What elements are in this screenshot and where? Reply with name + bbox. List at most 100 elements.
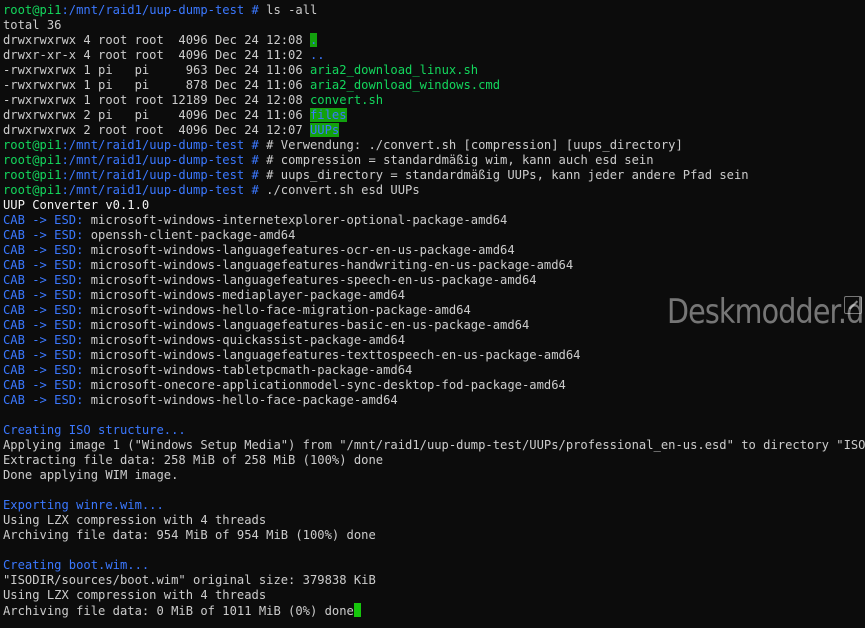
file-attributes: -rwxrwxrwx 1 pi pi 878 Dec 24 11:06	[3, 78, 310, 92]
terminal-line: CAB -> ESD: microsoft-windows-tabletpcma…	[3, 363, 865, 378]
package-name: openssh-client-package-amd64	[83, 228, 296, 242]
terminal-line: drwxrwxrwx 4 root root 4096 Dec 24 12:08…	[3, 33, 865, 48]
output-text: Exporting winre.wim...	[3, 498, 164, 512]
terminal-line: Using LZX compression with 4 threads	[3, 588, 865, 603]
package-name: microsoft-windows-languagefeatures-ocr-e…	[83, 243, 515, 257]
terminal-line: CAB -> ESD: microsoft-windows-languagefe…	[3, 273, 865, 288]
terminal-line: Creating boot.wim...	[3, 558, 865, 573]
cab-esd-label: CAB -> ESD:	[3, 378, 84, 392]
cab-esd-label: CAB -> ESD:	[3, 363, 84, 377]
output-text: Creating ISO structure...	[3, 423, 186, 437]
command-text: ls -all	[258, 3, 318, 17]
prompt-path: :/mnt/raid1/uup-dump-test #	[61, 183, 259, 197]
terminal-line: CAB -> ESD: microsoft-onecore-applicatio…	[3, 378, 865, 393]
prompt-path: :/mnt/raid1/uup-dump-test #	[61, 138, 259, 152]
terminal-line: total 36	[3, 18, 865, 33]
package-name: microsoft-windows-languagefeatures-textt…	[83, 348, 581, 362]
terminal-line: drwxrwxrwx 2 pi pi 4096 Dec 24 11:06 fil…	[3, 108, 865, 123]
file-name: files	[310, 108, 347, 122]
package-name: microsoft-windows-hello-face-migration-p…	[83, 303, 471, 317]
cab-esd-label: CAB -> ESD:	[3, 348, 84, 362]
terminal-line: Exporting winre.wim...	[3, 498, 865, 513]
terminal-line: -rwxrwxrwx 1 root root 12189 Dec 24 12:0…	[3, 93, 865, 108]
terminal-line: Using LZX compression with 4 threads	[3, 513, 865, 528]
prompt-user: root@pi1	[3, 183, 62, 197]
file-name: UUPs	[310, 123, 340, 137]
prompt-user: root@pi1	[3, 168, 62, 182]
terminal-line: CAB -> ESD: microsoft-windows-languagefe…	[3, 243, 865, 258]
watermark-logo: Deskmodder.de	[667, 292, 865, 332]
terminal-line: CAB -> ESD: openssh-client-package-amd64	[3, 228, 865, 243]
terminal-line: CAB -> ESD: microsoft-windows-languagefe…	[3, 348, 865, 363]
terminal-line: CAB -> ESD: microsoft-windows-internetex…	[3, 213, 865, 228]
output-text: "ISODIR/sources/boot.wim" original size:…	[3, 573, 376, 587]
command-text: # Verwendung: ./convert.sh [compression]…	[258, 138, 683, 152]
cab-esd-label: CAB -> ESD:	[3, 273, 84, 287]
cab-esd-label: CAB -> ESD:	[3, 303, 84, 317]
cab-esd-label: CAB -> ESD:	[3, 258, 84, 272]
package-name: microsoft-windows-mediaplayer-package-am…	[83, 288, 406, 302]
file-attributes: drwxr-xr-x 4 root root 4096 Dec 24 11:02	[3, 48, 310, 62]
output-text: Applying image 1 ("Windows Setup Media")…	[3, 438, 865, 452]
terminal-line: root@pi1:/mnt/raid1/uup-dump-test # ls -…	[3, 3, 865, 18]
terminal-line: CAB -> ESD: microsoft-windows-quickassis…	[3, 333, 865, 348]
file-name: aria2_download_linux.sh	[310, 63, 479, 77]
pencil-square-icon	[844, 296, 862, 314]
package-name: microsoft-windows-languagefeatures-handw…	[83, 258, 574, 272]
output-text: Archiving file data: 954 MiB of 954 MiB …	[3, 528, 376, 542]
cab-esd-label: CAB -> ESD:	[3, 393, 84, 407]
cab-esd-label: CAB -> ESD:	[3, 333, 84, 347]
file-attributes: drwxrwxrwx 2 pi pi 4096 Dec 24 11:06	[3, 108, 310, 122]
prompt-user: root@pi1	[3, 138, 62, 152]
terminal-line: drwxr-xr-x 4 root root 4096 Dec 24 11:02…	[3, 48, 865, 63]
file-name: ..	[310, 48, 325, 62]
terminal-line: root@pi1:/mnt/raid1/uup-dump-test # # Ve…	[3, 138, 865, 153]
terminal-line: root@pi1:/mnt/raid1/uup-dump-test # ./co…	[3, 183, 865, 198]
package-name: microsoft-windows-tabletpcmath-package-a…	[83, 363, 413, 377]
output-text: Done applying WIM image.	[3, 468, 179, 482]
file-name: .	[310, 33, 318, 47]
file-name: convert.sh	[310, 93, 384, 107]
prompt-path: :/mnt/raid1/uup-dump-test #	[61, 153, 259, 167]
file-attributes: -rwxrwxrwx 1 pi pi 963 Dec 24 11:06	[3, 63, 310, 77]
terminal-line: CAB -> ESD: microsoft-windows-languagefe…	[3, 258, 865, 273]
output-text: Using LZX compression with 4 threads	[3, 588, 267, 602]
prompt-path: :/mnt/raid1/uup-dump-test #	[61, 168, 259, 182]
terminal-line: -rwxrwxrwx 1 pi pi 963 Dec 24 11:06 aria…	[3, 63, 865, 78]
package-name: microsoft-windows-internetexplorer-optio…	[83, 213, 508, 227]
package-name: microsoft-windows-hello-face-package-amd…	[83, 393, 398, 407]
terminal-line: -rwxrwxrwx 1 pi pi 878 Dec 24 11:06 aria…	[3, 78, 865, 93]
prompt-user: root@pi1	[3, 153, 62, 167]
terminal-line: Archiving file data: 954 MiB of 954 MiB …	[3, 528, 865, 543]
package-name: microsoft-windows-quickassist-package-am…	[83, 333, 406, 347]
cab-esd-label: CAB -> ESD:	[3, 228, 84, 242]
file-attributes: -rwxrwxrwx 1 root root 12189 Dec 24 12:0…	[3, 93, 310, 107]
terminal-line: drwxrwxrwx 2 root root 4096 Dec 24 12:07…	[3, 123, 865, 138]
terminal-line: UUP Converter v0.1.0	[3, 198, 865, 213]
output-text: Using LZX compression with 4 threads	[3, 513, 267, 527]
terminal-line: Archiving file data: 0 MiB of 1011 MiB (…	[3, 603, 865, 618]
prompt-path: :/mnt/raid1/uup-dump-test #	[61, 3, 259, 17]
cab-esd-label: CAB -> ESD:	[3, 318, 84, 332]
output-text: Archiving file data: 0 MiB of 1011 MiB (…	[3, 604, 354, 618]
text-cursor	[353, 603, 361, 617]
command-text: # compression = standardmäßig wim, kann …	[258, 153, 654, 167]
cab-esd-label: CAB -> ESD:	[3, 243, 84, 257]
package-name: microsoft-windows-languagefeatures-speec…	[83, 273, 537, 287]
terminal-line: Done applying WIM image.	[3, 468, 865, 483]
command-text: ./convert.sh esd UUPs	[258, 183, 420, 197]
package-name: microsoft-windows-languagefeatures-basic…	[83, 318, 530, 332]
file-name: aria2_download_windows.cmd	[310, 78, 501, 92]
terminal-line: CAB -> ESD: microsoft-windows-hello-face…	[3, 393, 865, 408]
file-attributes: drwxrwxrwx 2 root root 4096 Dec 24 12:07	[3, 123, 310, 137]
terminal-line: Creating ISO structure...	[3, 423, 865, 438]
output-text: UUP Converter v0.1.0	[3, 198, 150, 212]
cab-esd-label: CAB -> ESD:	[3, 288, 84, 302]
cab-esd-label: CAB -> ESD:	[3, 213, 84, 227]
output-text: Creating boot.wim...	[3, 558, 150, 572]
output-text: total 36	[3, 18, 62, 32]
terminal-line: root@pi1:/mnt/raid1/uup-dump-test # # co…	[3, 153, 865, 168]
file-attributes: drwxrwxrwx 4 root root 4096 Dec 24 12:08	[3, 33, 310, 47]
